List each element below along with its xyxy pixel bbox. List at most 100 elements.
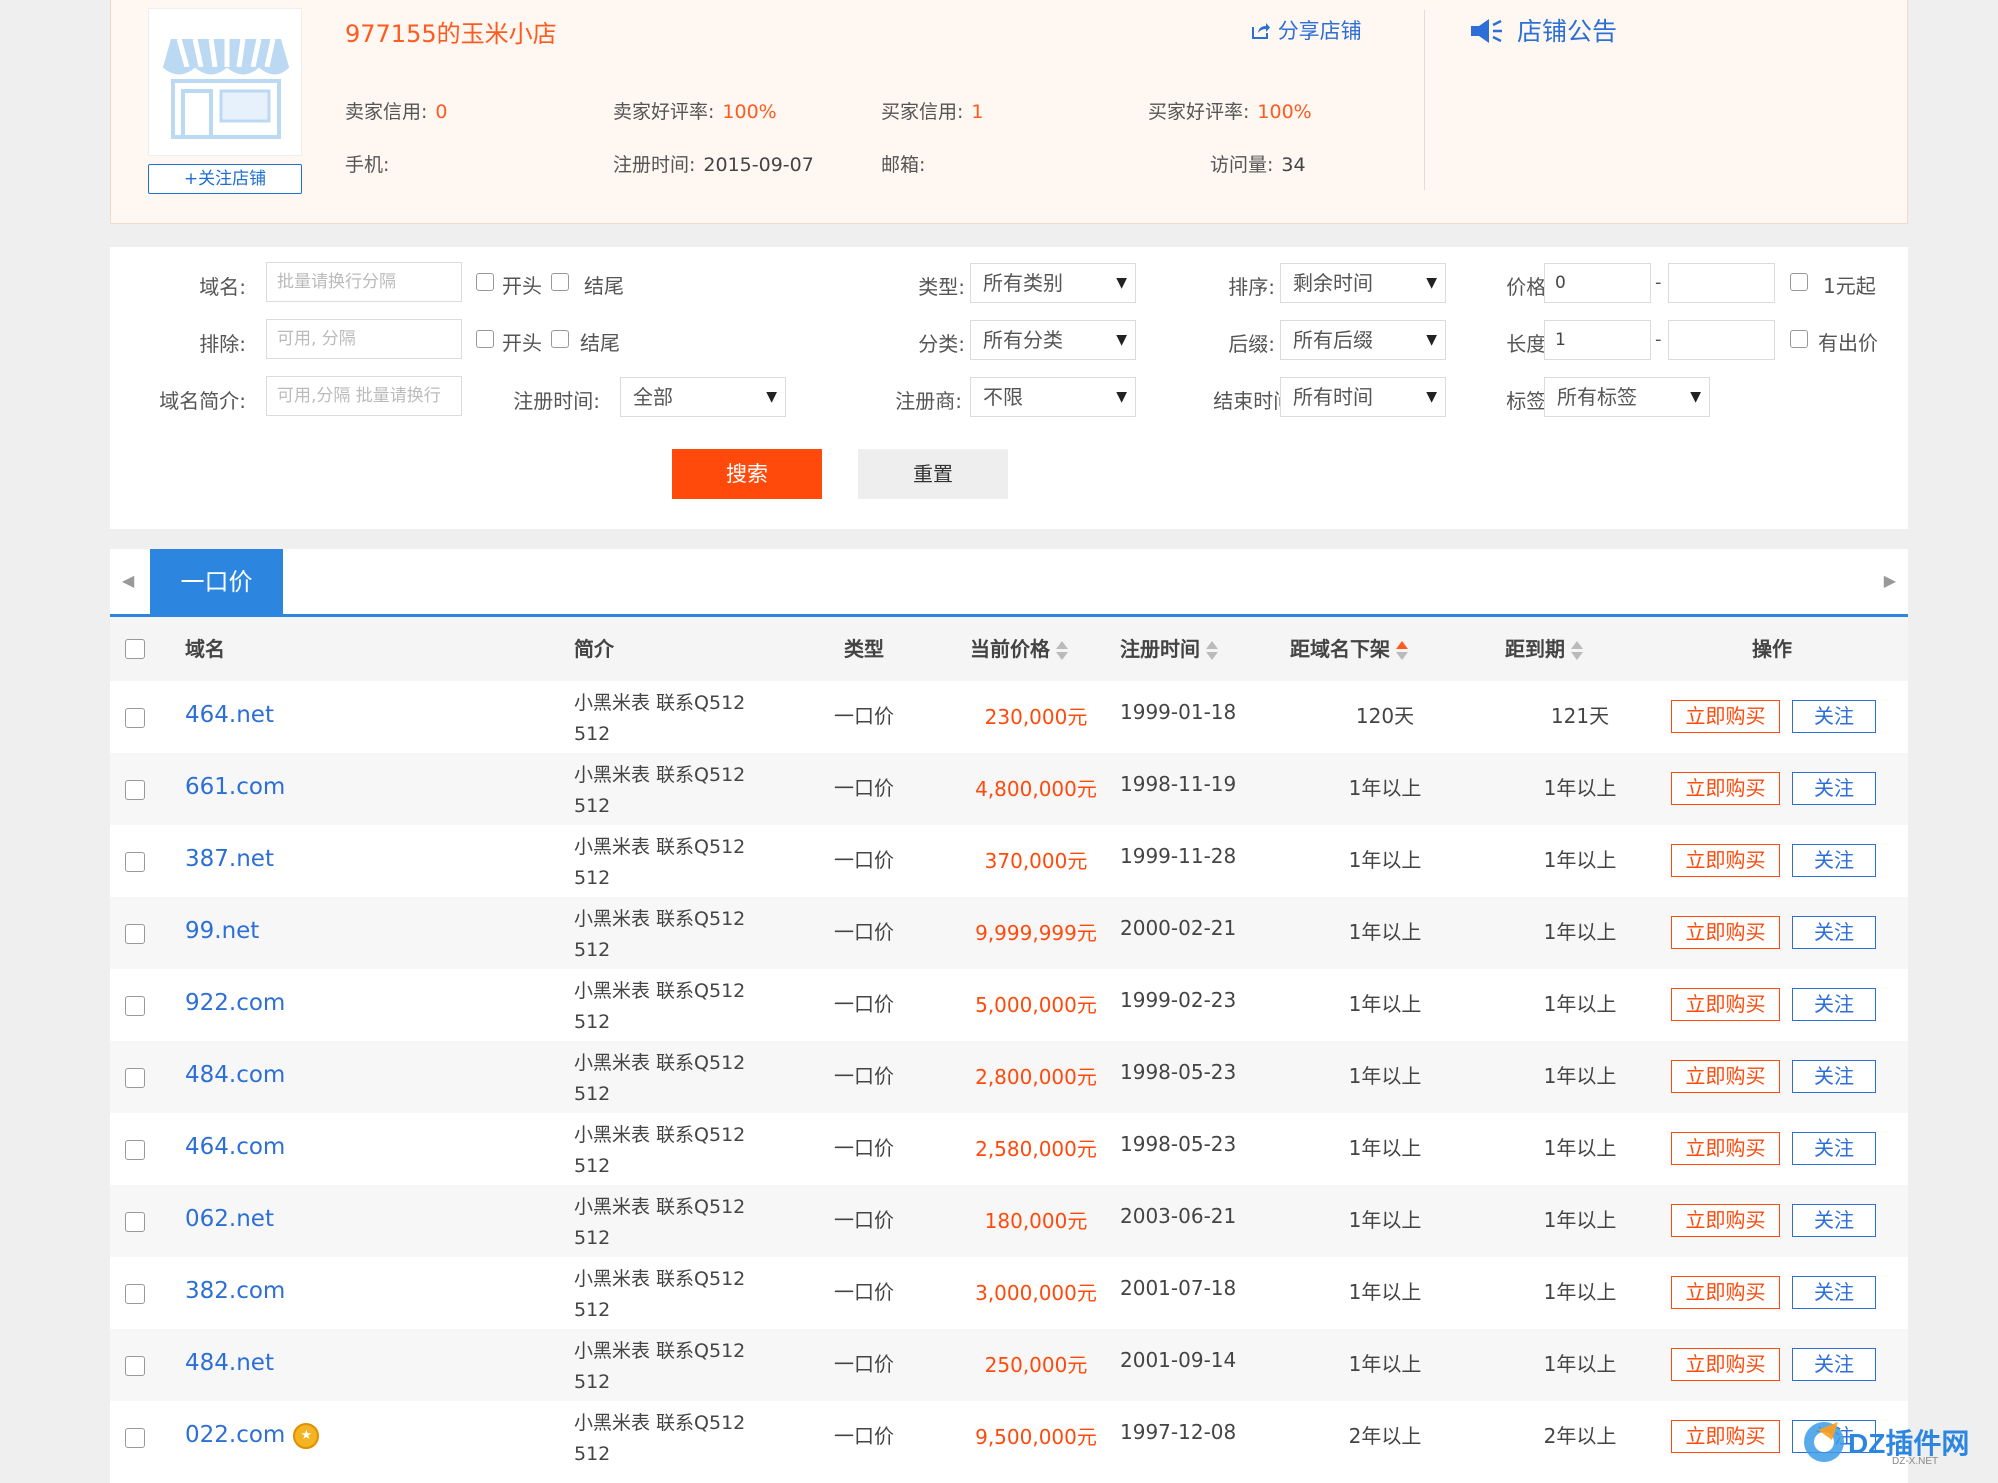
domain-end-checkbox[interactable] xyxy=(551,273,569,291)
exclude-start-label: 开头 xyxy=(502,331,542,355)
buy-now-button[interactable]: 立即购买 xyxy=(1671,916,1780,949)
domain-link[interactable]: 484.net xyxy=(185,1350,274,1376)
current-price: 9,999,999元 xyxy=(975,921,1097,945)
listing-type: 一口价 xyxy=(834,1352,894,1376)
follow-domain-button[interactable]: 关注 xyxy=(1792,772,1876,805)
tab-scroll-left-icon[interactable]: ◀ xyxy=(122,571,134,590)
row-checkbox[interactable] xyxy=(125,1140,145,1160)
store-name[interactable]: 977155的玉米小店 xyxy=(345,14,557,49)
time-to-expiry: 1年以上 xyxy=(1543,1352,1617,1376)
buy-now-button[interactable]: 立即购买 xyxy=(1671,988,1780,1021)
row-checkbox[interactable] xyxy=(125,780,145,800)
exclude-start-checkbox[interactable] xyxy=(476,330,494,348)
domain-link[interactable]: 661.com xyxy=(185,774,285,800)
tag-select[interactable]: 所有标签 ▼ xyxy=(1544,377,1710,417)
row-checkbox[interactable] xyxy=(125,996,145,1016)
category-select[interactable]: 所有分类 ▼ xyxy=(970,320,1136,360)
follow-domain-button[interactable]: 关注 xyxy=(1792,1060,1876,1093)
header-time-to-expiry[interactable]: 距到期 xyxy=(1505,617,1583,681)
buy-now-button[interactable]: 立即购买 xyxy=(1671,1132,1780,1165)
listing-type: 一口价 xyxy=(834,992,894,1016)
intro-line-2: 512 xyxy=(574,1371,611,1393)
header-reg-time[interactable]: 注册时间 xyxy=(1120,617,1218,681)
search-button[interactable]: 搜索 xyxy=(672,449,822,499)
buy-now-button[interactable]: 立即购买 xyxy=(1671,700,1780,733)
row-checkbox[interactable] xyxy=(125,1212,145,1232)
follow-domain-button[interactable]: 关注 xyxy=(1792,988,1876,1021)
buy-now-button[interactable]: 立即购买 xyxy=(1671,1420,1780,1453)
suffix-select[interactable]: 所有后缀 ▼ xyxy=(1280,320,1446,360)
domain-link[interactable]: 382.com xyxy=(185,1278,285,1304)
row-checkbox[interactable] xyxy=(125,1284,145,1304)
follow-domain-button[interactable]: 关注 xyxy=(1792,916,1876,949)
sort-select[interactable]: 剩余时间 ▼ xyxy=(1280,263,1446,303)
exclude-end-checkbox[interactable] xyxy=(551,330,569,348)
registrar-select[interactable]: 不限 ▼ xyxy=(970,377,1136,417)
has-bid-checkbox[interactable] xyxy=(1790,330,1808,348)
buy-now-button[interactable]: 立即购买 xyxy=(1671,1060,1780,1093)
follow-domain-button[interactable]: 关注 xyxy=(1792,1348,1876,1381)
domain-input[interactable]: 批量请换行分隔 xyxy=(266,262,462,302)
price-min-input[interactable]: 0 xyxy=(1544,263,1651,303)
store-logo xyxy=(148,8,302,156)
domain-link[interactable]: 387.net xyxy=(185,846,274,872)
buy-now-button[interactable]: 立即购买 xyxy=(1671,844,1780,877)
buy-now-button[interactable]: 立即购买 xyxy=(1671,1204,1780,1237)
registrar-select-value: 不限 xyxy=(983,385,1023,409)
current-price: 2,580,000元 xyxy=(975,1137,1097,1161)
domain-link[interactable]: 99.net xyxy=(185,918,259,944)
select-all-checkbox[interactable] xyxy=(125,639,145,659)
time-to-expiry: 1年以上 xyxy=(1543,848,1617,872)
domain-link[interactable]: 464.net xyxy=(185,702,274,728)
tab-fixed-price[interactable]: 一口价 xyxy=(150,549,283,615)
header-time-to-delist[interactable]: 距域名下架 xyxy=(1290,617,1408,681)
domain-link[interactable]: 922.com xyxy=(185,990,285,1016)
intro-input[interactable]: 可用,分隔 批量请换行 xyxy=(266,376,462,416)
current-price: 370,000元 xyxy=(984,849,1088,873)
row-checkbox[interactable] xyxy=(125,852,145,872)
intro-line-1: 小黑米表 联系Q512 xyxy=(574,980,746,1002)
row-checkbox[interactable] xyxy=(125,708,145,728)
row-checkbox[interactable] xyxy=(125,1356,145,1376)
shop-icon xyxy=(162,38,290,139)
domain-link[interactable]: 062.net xyxy=(185,1206,274,1232)
time-to-delist: 120天 xyxy=(1355,704,1415,728)
phone: 手机: xyxy=(345,150,389,177)
share-store-link[interactable]: 分享店铺 xyxy=(1251,15,1362,45)
end-time-select[interactable]: 所有时间 ▼ xyxy=(1280,377,1446,417)
follow-domain-button[interactable]: 关注 xyxy=(1792,844,1876,877)
table-row: 062.net 小黑米表 联系Q512 512 一口价 180,000元 2003-06-… xyxy=(110,1185,1908,1257)
row-checkbox[interactable] xyxy=(125,924,145,944)
domain-name: 484.com xyxy=(185,1062,286,1088)
price-max-input[interactable] xyxy=(1668,263,1775,303)
exclude-input[interactable]: 可用, 分隔 xyxy=(266,319,462,359)
length-min-input[interactable]: 1 xyxy=(1544,320,1651,360)
buy-now-button[interactable]: 立即购买 xyxy=(1671,1276,1780,1309)
domain-link[interactable]: 022.com ★ xyxy=(185,1422,320,1449)
domain-start-checkbox[interactable] xyxy=(476,273,494,291)
exclude-end-label: 结尾 xyxy=(580,331,620,355)
header-price[interactable]: 当前价格 xyxy=(970,617,1068,681)
follow-domain-button[interactable]: 关注 xyxy=(1792,700,1876,733)
domain-link[interactable]: 464.com xyxy=(185,1134,285,1160)
follow-domain-button[interactable]: 关注 xyxy=(1792,1204,1876,1237)
megaphone-icon xyxy=(1471,19,1502,43)
intro-line-1: 小黑米表 联系Q512 xyxy=(574,836,746,858)
one-yuan-checkbox[interactable] xyxy=(1790,273,1808,291)
type-select[interactable]: 所有类别 ▼ xyxy=(970,263,1136,303)
follow-store-button[interactable]: +关注店铺 xyxy=(148,164,302,194)
row-checkbox[interactable] xyxy=(125,1068,145,1088)
dropdown-arrow-icon: ▼ xyxy=(1426,275,1437,291)
length-max-input[interactable] xyxy=(1668,320,1775,360)
row-checkbox[interactable] xyxy=(125,1428,145,1448)
buy-now-button[interactable]: 立即购买 xyxy=(1671,1348,1780,1381)
seller-rate: 卖家好评率: 100% xyxy=(613,97,777,124)
tab-scroll-right-icon[interactable]: ▶ xyxy=(1884,571,1896,590)
domain-link[interactable]: 484.com xyxy=(185,1062,285,1088)
follow-domain-button[interactable]: 关注 xyxy=(1792,1132,1876,1165)
reg-time-select[interactable]: 全部 ▼ xyxy=(620,377,786,417)
reset-button[interactable]: 重置 xyxy=(858,449,1008,499)
buy-now-button[interactable]: 立即购买 xyxy=(1671,772,1780,805)
follow-domain-button[interactable]: 关注 xyxy=(1792,1276,1876,1309)
intro-line-1: 小黑米表 联系Q512 xyxy=(574,908,746,930)
